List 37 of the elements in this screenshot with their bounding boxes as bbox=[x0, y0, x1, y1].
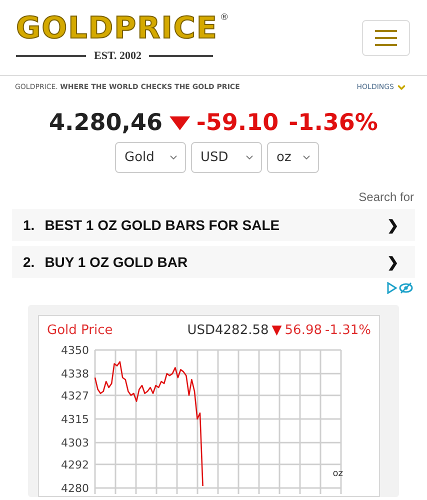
y-tick-label: 4292 bbox=[61, 458, 89, 471]
y-tick-label: 4315 bbox=[61, 412, 89, 426]
y-tick-label: 4303 bbox=[61, 436, 89, 450]
unit-label: oz bbox=[332, 468, 343, 480]
price-value: 4.280,46 bbox=[49, 108, 162, 138]
ad-number: 2. bbox=[23, 252, 35, 272]
chevron-down-icon bbox=[396, 82, 407, 93]
ad-text: BUY 1 OZ GOLD BAR bbox=[44, 252, 188, 272]
established-label: EST. 2002 bbox=[94, 49, 142, 64]
y-tick-label: 4338 bbox=[61, 367, 89, 380]
registered-mark: ® bbox=[220, 12, 229, 25]
y-tick-label: 4280 bbox=[61, 482, 89, 494]
y-tick-label: 4350 bbox=[61, 344, 89, 356]
trend-arrow: ▼ bbox=[272, 322, 282, 340]
y-tick-label: 4327 bbox=[61, 388, 89, 402]
menu-icon bbox=[375, 29, 397, 48]
ad-arrow: ❯ bbox=[387, 216, 399, 236]
logo[interactable]: GOLDPRICE® EST. 2002 bbox=[16, 12, 236, 64]
dropdown-select[interactable]: USD bbox=[190, 142, 262, 173]
ad-text: BEST 1 OZ GOLD BARS FOR SALE bbox=[44, 216, 280, 234]
ad-link[interactable]: 2. BUY 1 OZ GOLD BAR ❯ bbox=[12, 246, 415, 278]
chart-percent: -1.31% bbox=[325, 322, 371, 340]
chart-title: Gold Price bbox=[47, 322, 113, 340]
percent-change: -1.36% bbox=[288, 108, 378, 138]
ad-link[interactable]: 1. BEST 1 OZ GOLD BARS FOR SALE ❯ bbox=[12, 209, 415, 241]
search-for-label: Search for bbox=[358, 189, 414, 206]
ad-number: 1. bbox=[23, 216, 35, 234]
chart-change: 56.98 bbox=[284, 322, 322, 340]
dropdown-select[interactable]: oz bbox=[266, 142, 318, 173]
ad-arrow: ❯ bbox=[387, 252, 399, 272]
logo-wordmark: GOLDPRICE bbox=[16, 12, 218, 46]
menu-button[interactable] bbox=[362, 20, 410, 56]
ad-choices-icon bbox=[387, 282, 413, 294]
price-change: -59.10 bbox=[196, 108, 279, 138]
dropdown-select[interactable]: Gold bbox=[114, 142, 186, 173]
trend-arrow: ▼ bbox=[169, 111, 190, 136]
chart-price: USD4282.58 bbox=[187, 322, 269, 340]
